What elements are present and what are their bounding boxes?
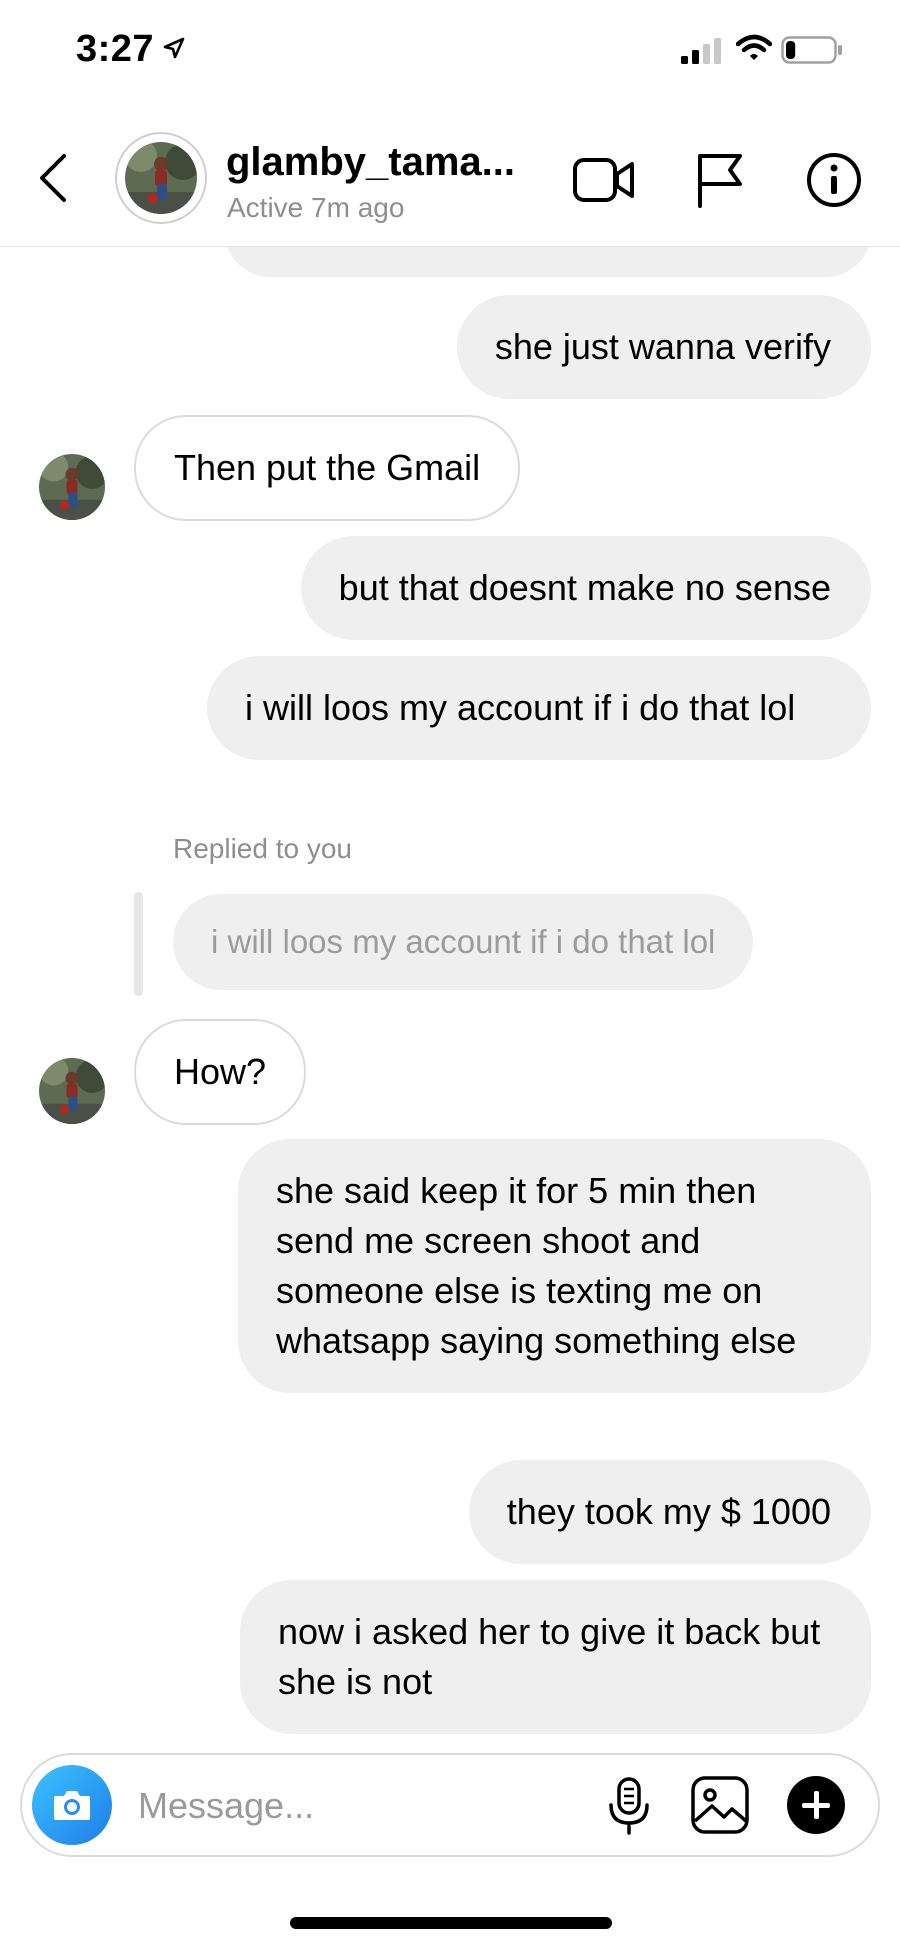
sender-avatar[interactable]: [39, 1058, 105, 1124]
add-content-plus-icon[interactable]: [786, 1775, 846, 1840]
contact-name[interactable]: glamby_tama...: [226, 140, 515, 185]
message-bubble-sent[interactable]: she said keep it for 5 min then send me …: [238, 1139, 871, 1393]
message-text: she just wanna verify: [494, 326, 831, 367]
battery-icon: [781, 36, 843, 69]
message-text: Then put the Gmail: [174, 447, 481, 488]
cellular-signal-icon: [681, 38, 723, 69]
wifi-icon: [735, 34, 773, 67]
message-bubble-received[interactable]: Then put the Gmail: [134, 415, 521, 521]
message-text: i will loos my account if i do that lol: [245, 687, 796, 728]
battery-fill: [786, 41, 796, 59]
status-bar: 3:27: [0, 0, 900, 110]
message-thread[interactable]: she just wanna verify Then put the Gmail…: [0, 247, 900, 1747]
contact-active-status: Active 7m ago: [227, 192, 405, 223]
message-text: she said keep it for 5 min then send me …: [276, 1170, 797, 1361]
contact-avatar-photo: [125, 142, 197, 214]
message-bubble-sent[interactable]: they took my $ 1000: [468, 1460, 871, 1564]
message-text: but that doesnt make no sense: [338, 567, 831, 608]
message-input[interactable]: [136, 1779, 580, 1833]
message-bubble-partial: [225, 247, 871, 277]
camera-icon: [54, 1791, 90, 1820]
back-chevron-icon[interactable]: [36, 152, 70, 209]
message-text: How?: [174, 1051, 267, 1092]
flag-report-icon[interactable]: [694, 152, 746, 213]
message-text: they took my $ 1000: [506, 1491, 831, 1532]
message-bubble-sent[interactable]: now i asked her to give it back but she …: [240, 1580, 871, 1734]
sender-avatar[interactable]: [39, 454, 105, 520]
status-time: 3:27: [76, 28, 155, 70]
quoted-message-text: i will loos my account if i do that lol: [211, 923, 716, 960]
video-call-icon[interactable]: [572, 154, 636, 211]
chat-header: glamby_tama... Active 7m ago: [0, 110, 900, 247]
message-bubble-sent[interactable]: but that doesnt make no sense: [300, 536, 871, 640]
info-icon[interactable]: [806, 152, 862, 213]
contact-avatar[interactable]: [115, 132, 207, 224]
message-bubble-sent[interactable]: i will loos my account if i do that lol: [207, 656, 871, 760]
message-bubble-received[interactable]: How?: [134, 1019, 307, 1125]
replied-to-you-label: Replied to you: [173, 833, 353, 864]
location-arrow-icon: [162, 36, 186, 65]
message-composer: [20, 1753, 880, 1857]
microphone-icon[interactable]: [607, 1777, 651, 1840]
camera-button[interactable]: [32, 1765, 112, 1845]
message-bubble-sent[interactable]: she just wanna verify: [456, 295, 871, 399]
home-indicator: [290, 1917, 612, 1929]
quoted-message-bubble[interactable]: i will loos my account if i do that lol: [173, 894, 754, 990]
gallery-image-icon[interactable]: [690, 1775, 750, 1840]
reply-quote-bar: [134, 892, 143, 996]
message-text: now i asked her to give it back but she …: [278, 1611, 821, 1702]
